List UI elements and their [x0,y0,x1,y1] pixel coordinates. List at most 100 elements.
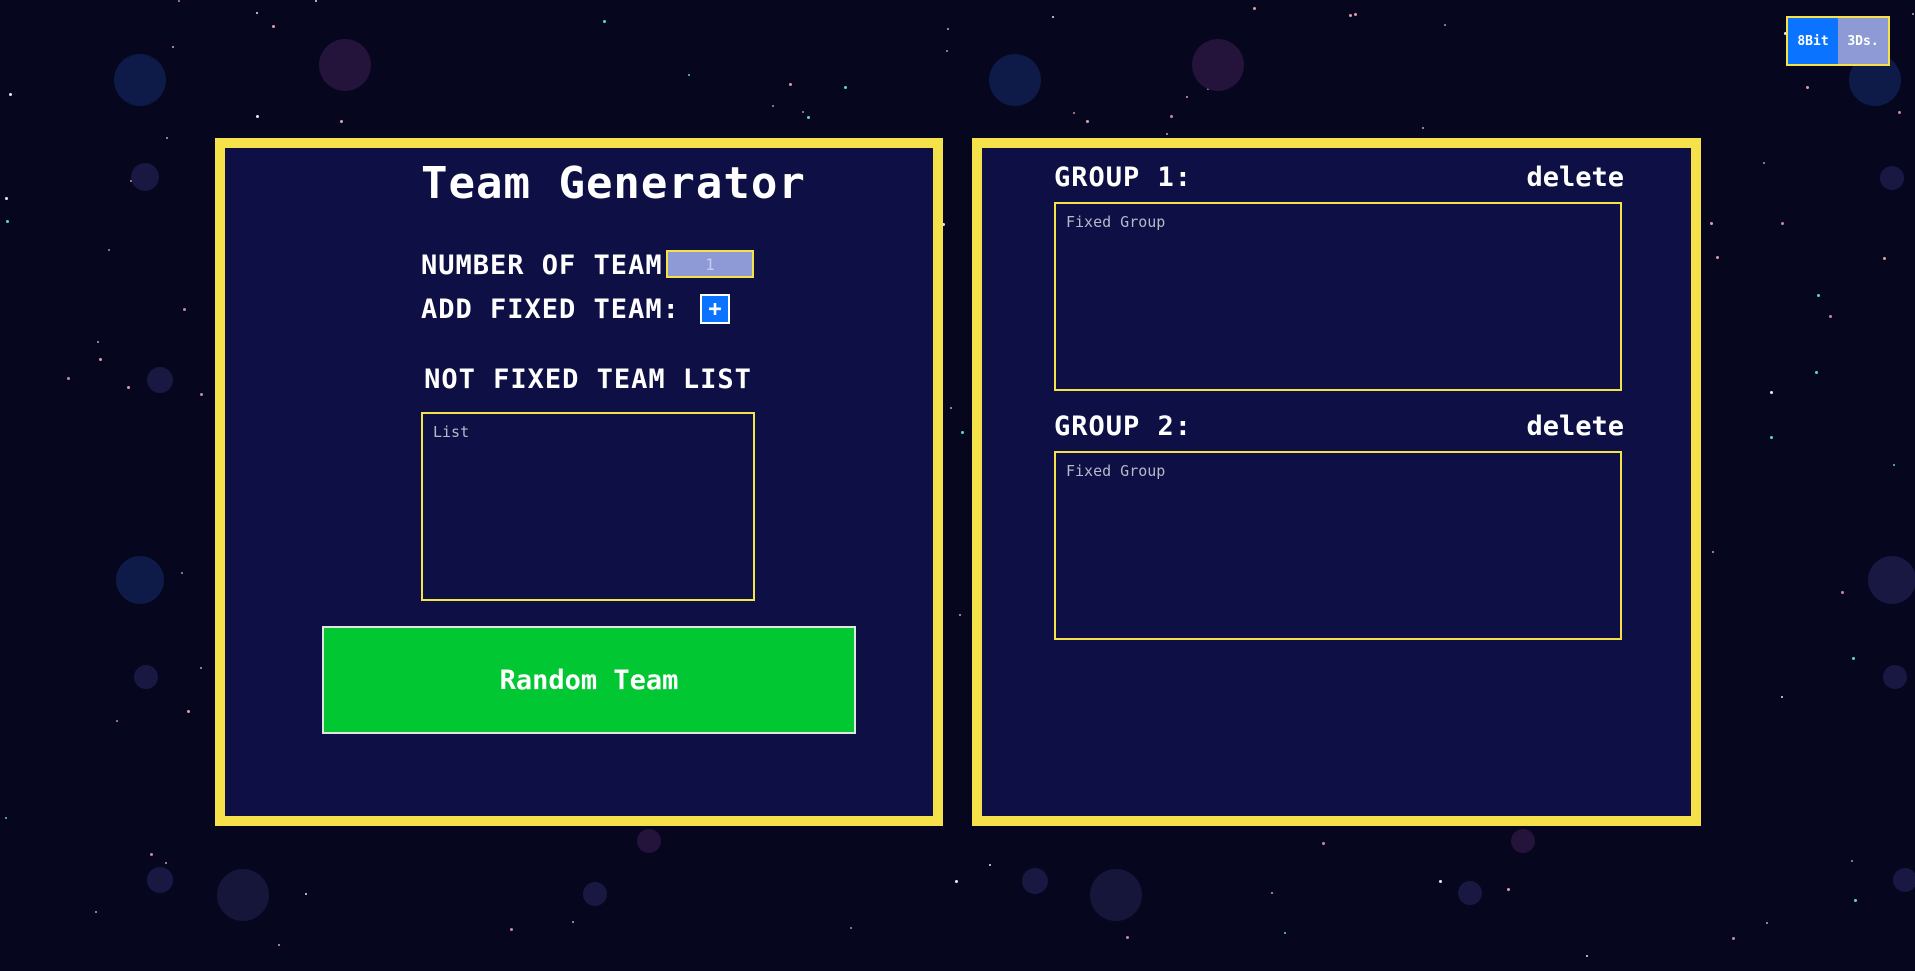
star [955,880,958,883]
star [99,358,102,361]
add-fixed-team-button[interactable]: + [700,294,730,324]
star [1710,222,1713,225]
star [1781,696,1783,698]
star [1052,16,1054,18]
nebula-blob [1893,868,1915,892]
star [1170,115,1173,118]
star [166,137,168,139]
star [278,944,280,946]
number-of-team-input[interactable] [666,250,754,278]
star [108,249,110,251]
star [127,386,130,389]
not-fixed-list-heading: NOT FIXED TEAM LIST [424,364,752,395]
star [1883,257,1886,260]
star [67,377,70,380]
star [1898,111,1901,114]
star [172,46,174,48]
plus-icon: + [708,296,722,322]
star [1806,86,1809,89]
nebula-blob [1022,868,1048,894]
group-1-label: GROUP 1: [1054,162,1193,193]
nebula-blob [114,54,166,106]
nebula-blob [637,829,661,853]
star [1763,162,1765,164]
star [1770,436,1773,439]
star [1422,127,1424,129]
page-title: Team Generator [421,158,806,209]
star [603,20,606,23]
nebula-blob [134,665,158,689]
nebula-blob [1511,829,1535,853]
star [5,197,8,200]
nebula-blob [1458,881,1482,905]
star [1841,591,1844,594]
add-fixed-team-label: ADD FIXED TEAM: [421,294,680,325]
star [1349,14,1352,17]
star [1166,133,1168,135]
nebula-blob [131,163,159,191]
star [1322,842,1325,845]
star [6,220,9,223]
star [772,105,774,107]
not-fixed-team-list-input[interactable] [421,412,755,601]
star [315,0,317,2]
star [989,864,991,866]
nebula-blob [583,882,607,906]
group-2-input[interactable] [1054,451,1622,640]
star [1732,937,1735,940]
star [1586,955,1588,957]
random-team-button[interactable]: Random Team [322,626,856,734]
theme-3ds-option[interactable]: 3Ds. [1838,18,1888,64]
star [1912,13,1914,15]
star [181,572,183,574]
star [1284,932,1286,934]
nebula-blob [319,39,371,91]
generator-panel: Team Generator NUMBER OF TEAM: ADD FIXED… [215,138,943,826]
number-of-team-label: NUMBER OF TEAM: [421,250,680,281]
nebula-blob [116,556,164,604]
star [187,710,190,713]
star [256,12,258,14]
star [9,93,12,96]
groups-panel: GROUP 1: delete GROUP 2: delete [972,138,1701,826]
nebula-blob [1880,166,1904,190]
star [802,111,804,113]
star [97,341,99,343]
star [116,720,118,722]
star [165,862,167,864]
star [178,0,180,2]
star [1770,391,1773,394]
star [844,86,847,89]
star [850,927,852,929]
nebula-blob [217,869,269,921]
star [1893,464,1895,466]
star [1851,860,1853,862]
group-2-delete-button[interactable]: delete [1526,411,1624,442]
star [947,28,949,30]
star [256,115,259,118]
star [1186,96,1188,98]
star [1766,922,1768,924]
star [1817,294,1820,297]
star [946,50,948,52]
star [1354,13,1357,16]
star [305,893,307,895]
group-1-input[interactable] [1054,202,1622,391]
theme-8bit-option[interactable]: 8Bit [1788,18,1838,64]
star [1271,892,1273,894]
star [340,120,343,123]
nebula-blob [147,867,173,893]
star [807,116,810,119]
nebula-blob [1883,665,1907,689]
theme-toggle[interactable]: 8Bit 3Ds. [1786,16,1890,66]
star [1126,936,1129,939]
star [1439,880,1442,883]
star [950,407,952,409]
star [1712,551,1714,553]
star [183,308,186,311]
nebula-blob [1192,39,1244,91]
star [961,431,964,434]
star [5,817,7,819]
group-1-delete-button[interactable]: delete [1526,162,1624,193]
star [1716,256,1719,259]
